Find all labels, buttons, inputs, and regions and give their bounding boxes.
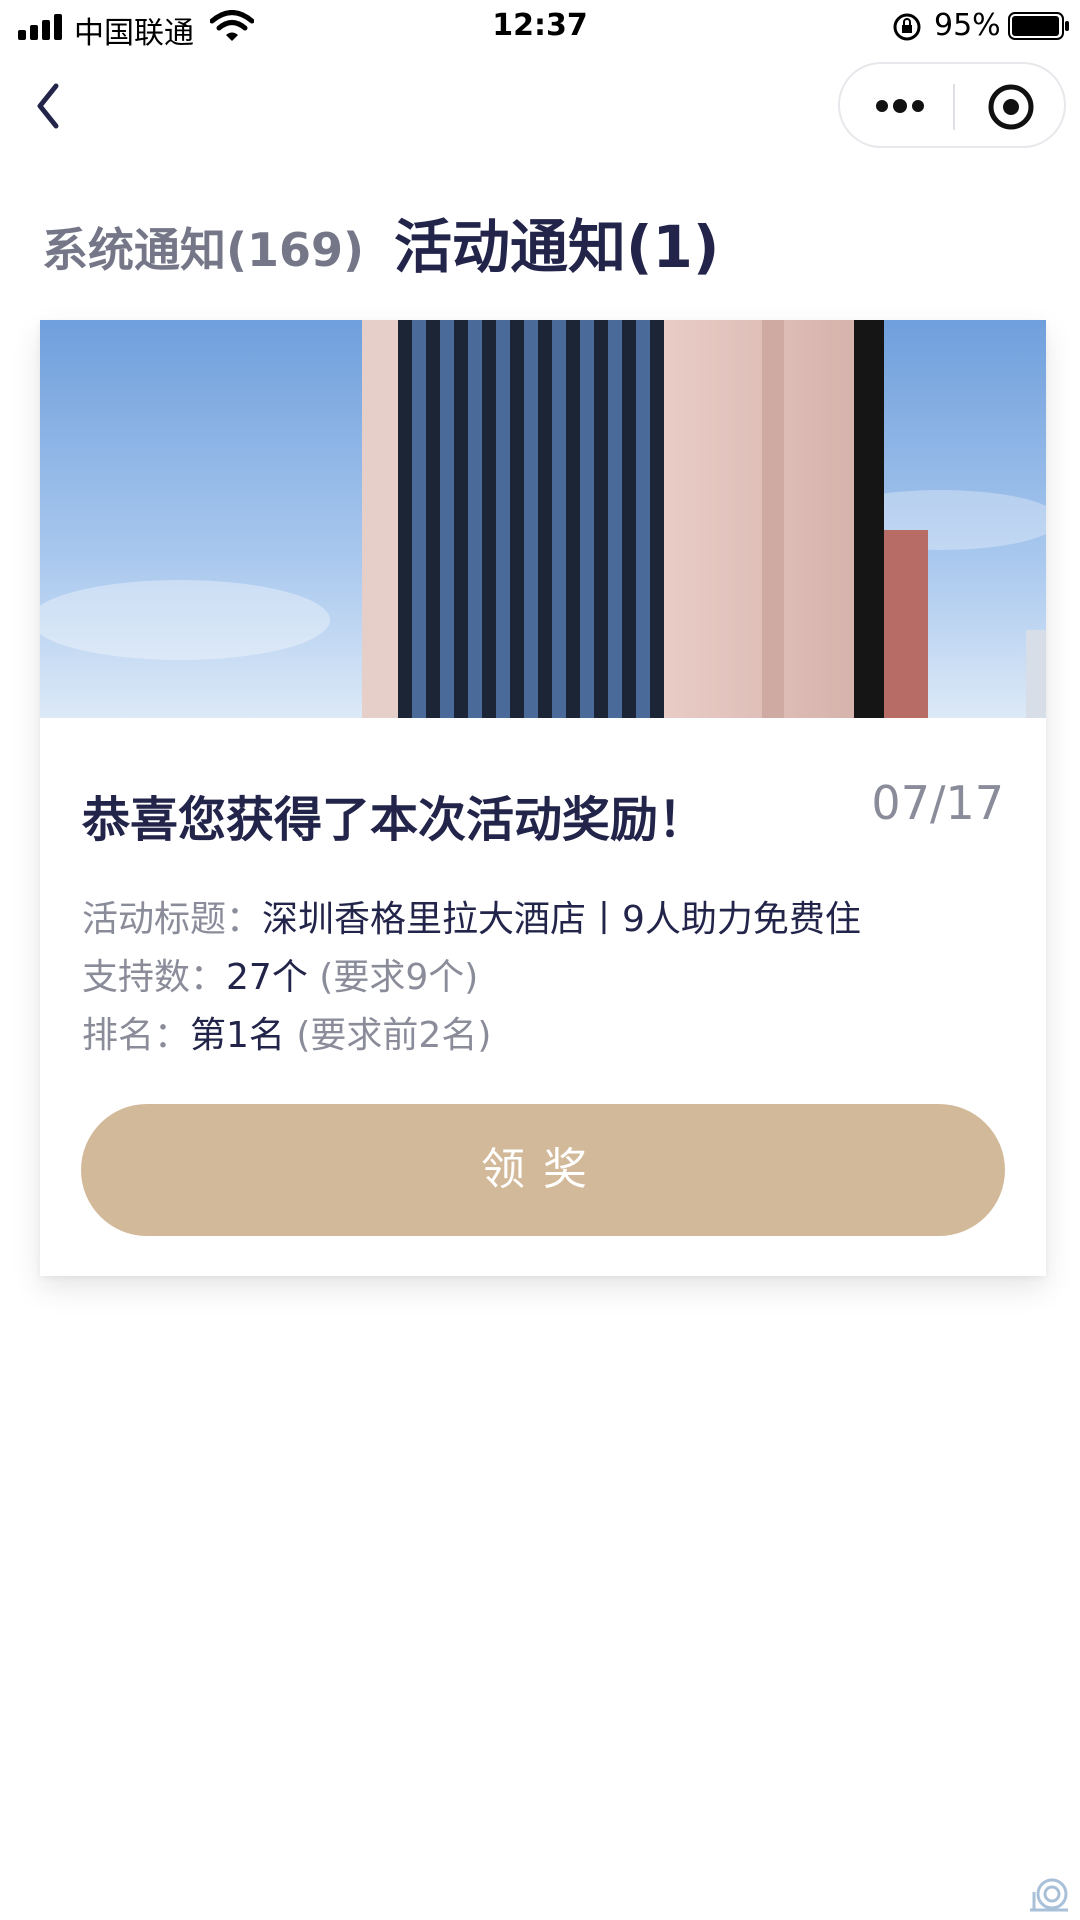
activity-title-label: 活动标题： xyxy=(82,899,263,940)
more-dots-icon[interactable] xyxy=(874,92,926,120)
rank-row: 排名：第1名 (要求前2名) xyxy=(82,1006,491,1058)
activity-notification-card[interactable]: 恭喜您获得了本次活动奖励！ 07/17 活动标题：深圳香格里拉大酒店丨9人助力免… xyxy=(40,320,1046,1276)
support-count-row: 支持数：27个 (要求9个) xyxy=(82,948,478,1000)
notification-date: 07/17 xyxy=(871,776,1004,830)
tab-activity-notifications[interactable]: 活动通知(1) xyxy=(394,200,719,284)
battery-icon xyxy=(1008,12,1069,40)
activity-title-value: 深圳香格里拉大酒店丨9人助力免费住 xyxy=(262,899,861,940)
rank-label: 排名： xyxy=(82,1015,191,1056)
snail-watermark-icon xyxy=(1030,1878,1068,1912)
tab-system-notifications[interactable]: 系统通知(169) xyxy=(42,214,364,280)
battery-percent: 95% xyxy=(934,8,1001,43)
support-requirement: (要求9个) xyxy=(319,957,479,998)
capsule-divider xyxy=(953,84,955,130)
rank-requirement: (要求前2名) xyxy=(296,1015,492,1056)
rotation-lock-icon xyxy=(893,13,921,41)
close-target-icon[interactable] xyxy=(986,82,1036,132)
back-chevron-icon[interactable] xyxy=(30,80,66,132)
support-count-value: 27个 xyxy=(226,957,308,998)
activity-title-row: 活动标题：深圳香格里拉大酒店丨9人助力免费住 xyxy=(82,890,861,942)
claim-reward-button[interactable]: 领奖 xyxy=(81,1104,1005,1236)
hotel-banner-image xyxy=(40,320,1046,718)
mini-program-capsule xyxy=(838,62,1066,148)
support-count-label: 支持数： xyxy=(82,957,227,998)
status-bar: 中国联通 12:37 95% xyxy=(0,0,1080,56)
rank-value: 第1名 xyxy=(190,1015,285,1056)
notification-title: 恭喜您获得了本次活动奖励！ xyxy=(82,792,707,848)
